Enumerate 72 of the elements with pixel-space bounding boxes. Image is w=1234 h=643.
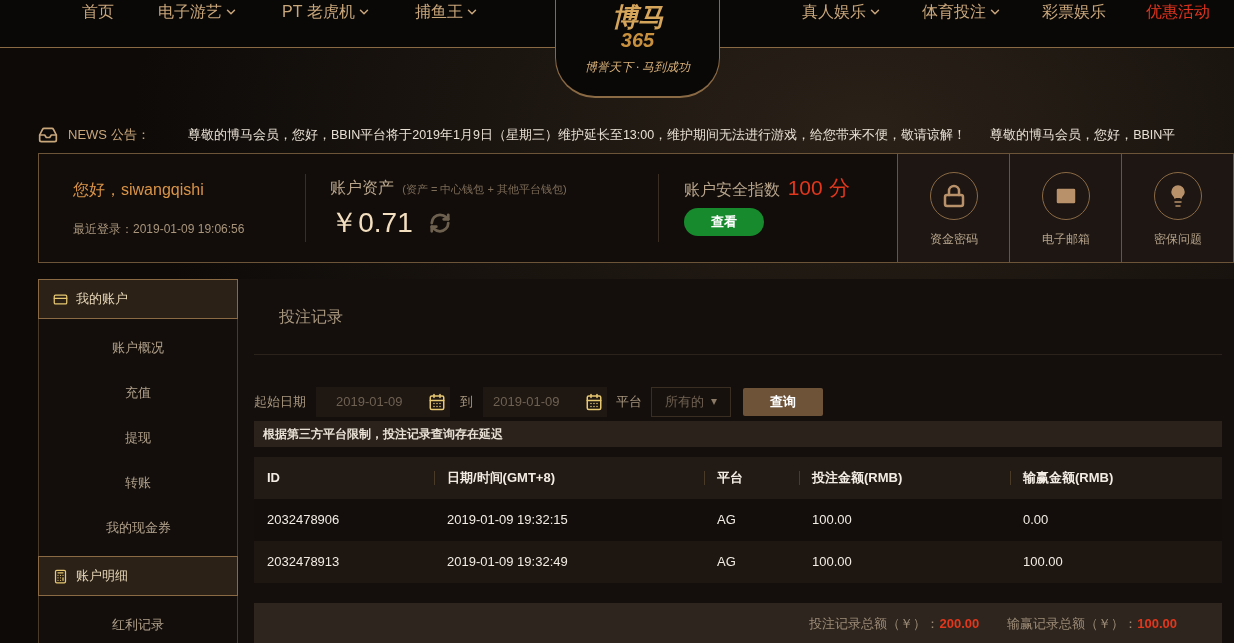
nav-link[interactable]: 捕鱼王: [414, 0, 479, 24]
news-label: NEWS 公告：: [68, 126, 151, 145]
assets-label: 账户资产: [330, 178, 395, 198]
column-header: 输赢金额(RMB): [1023, 469, 1114, 488]
nav-link[interactable]: 真人娱乐: [802, 0, 882, 24]
news-message: 尊敬的博马会员，您好，BBIN平台将于2019年1月9日（星期三）维护延长至13:00，维护期间无法进行游戏，给您带来不便，敬请谅解！: [188, 126, 967, 144]
nav-link[interactable]: PT 老虎机: [282, 0, 371, 24]
total-label: 投注记录总额（￥）：: [809, 614, 940, 633]
inbox-icon: [38, 125, 58, 145]
sidebar-item[interactable]: 我的现金券: [39, 505, 237, 550]
column-header: 日期/时间(GMT+8): [447, 469, 555, 488]
calendar-icon: [585, 393, 603, 411]
nav-link[interactable]: 电子游艺: [158, 0, 238, 24]
dropdown-caret-icon: [711, 399, 717, 405]
table-cell: 2019-01-09 19:32:15: [447, 512, 568, 528]
tile-label: 电子邮箱: [1041, 231, 1090, 248]
sidebar-header-label: 我的账户: [76, 290, 128, 309]
start-date-label: 起始日期: [254, 393, 306, 412]
table-cell: 100.00: [812, 554, 852, 570]
sidebar-item[interactable]: 转账: [39, 460, 237, 505]
lock-icon: [941, 184, 966, 208]
card-icon: [53, 291, 68, 307]
total-label: 输赢记录总额（￥）：: [1007, 614, 1138, 633]
total-value: 100.00: [1137, 614, 1177, 633]
view-button[interactable]: 查看: [683, 207, 764, 236]
sidebar-header[interactable]: 我的账户: [38, 279, 238, 319]
logo-slogan: 博誉天下 · 马到成功: [585, 59, 690, 76]
column-header: ID: [267, 469, 280, 488]
table-cell: 0.00: [1023, 512, 1049, 528]
sidebar-item[interactable]: 提现: [39, 415, 237, 460]
sidebar-item[interactable]: 账户概况: [39, 325, 237, 370]
security-score: 100 分: [787, 175, 850, 201]
logo-text: 博马: [611, 4, 664, 30]
table-cell: 2019-01-09 19:32:49: [447, 554, 568, 570]
platform-label: 平台: [616, 393, 642, 412]
logo-number: 365: [620, 30, 655, 50]
sidebar-header[interactable]: 账户明细: [38, 556, 238, 596]
last-login: 最近登录：2019-01-09 19:06:56: [73, 221, 246, 238]
table-cell: 2032478913: [267, 554, 340, 570]
refresh-icon[interactable]: [428, 212, 451, 234]
to-label: 到: [460, 393, 473, 412]
logo[interactable]: 博马 365 博誉天下 · 马到成功: [555, 0, 720, 98]
total-value: 200.00: [939, 614, 980, 633]
security-tile[interactable]: 资金密码: [897, 154, 1009, 262]
sidebar-item[interactable]: 红利记录: [39, 602, 237, 643]
tile-label: 资金密码: [929, 231, 978, 248]
nav-link[interactable]: 彩票娱乐: [1042, 0, 1106, 24]
nav-link[interactable]: 体育投注: [922, 0, 1002, 24]
nav-link[interactable]: 首页: [82, 0, 114, 24]
sidebar-item[interactable]: 充值: [39, 370, 237, 415]
query-button[interactable]: 查询: [743, 388, 823, 416]
news-message: 尊敬的博马会员，您好，BBIN平: [990, 126, 1176, 144]
calculator-icon: [53, 568, 68, 584]
table-cell: 2032478906: [267, 512, 340, 528]
greeting: 您好，siwangqishi: [73, 180, 205, 200]
column-header: 平台: [717, 469, 743, 488]
notice: 根据第三方平台限制，投注记录查询存在延迟: [254, 421, 1222, 447]
security-label: 账户安全指数: [683, 180, 780, 200]
sidebar-header-label: 账户明细: [76, 567, 128, 586]
column-header: 投注金额(RMB): [812, 469, 903, 488]
table-cell: 100.00: [812, 512, 852, 528]
nav-link[interactable]: 优惠活动: [1146, 0, 1210, 24]
assets-note: (资产 = 中心钱包 + 其他平台钱包): [402, 182, 567, 197]
security-tile[interactable]: 密保问题: [1121, 154, 1233, 262]
page-title: 投注记录: [254, 279, 1222, 355]
table-cell: AG: [717, 554, 736, 570]
table-cell: AG: [717, 512, 736, 528]
security-tile[interactable]: 电子邮箱: [1009, 154, 1121, 262]
calendar-icon: [428, 393, 446, 411]
tile-label: 密保问题: [1153, 231, 1202, 248]
balance: ￥0.71: [330, 206, 413, 240]
table-cell: 100.00: [1023, 554, 1063, 570]
